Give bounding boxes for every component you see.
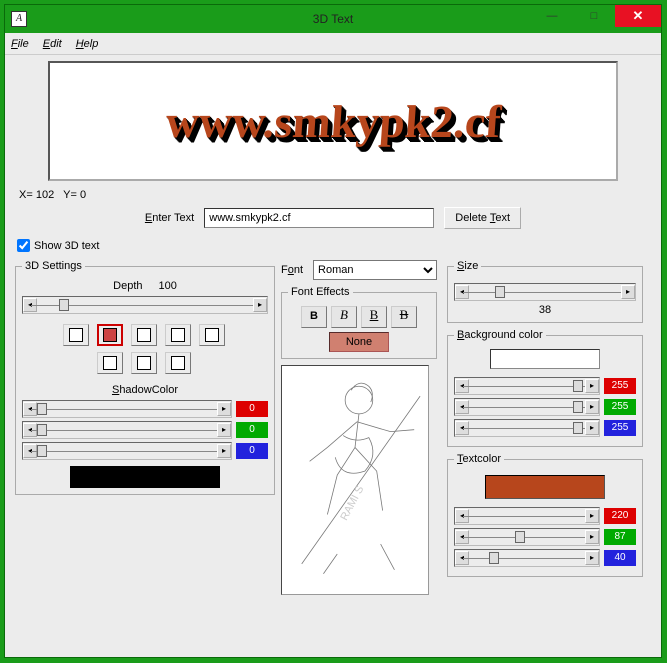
character-image: RAMI S <box>281 365 429 595</box>
app-icon: A <box>11 11 27 27</box>
strike-button[interactable]: B <box>391 306 417 328</box>
maximize-button[interactable]: □ <box>573 5 615 27</box>
size-value: 38 <box>454 304 636 316</box>
textcolor-legend: Textcolor <box>454 453 504 465</box>
bg-g-slider[interactable]: ◂▸ <box>454 398 600 416</box>
font-effects-legend: Font Effects <box>288 286 353 298</box>
menu-file[interactable]: File <box>11 38 29 50</box>
window-title: 3D Text <box>313 12 353 26</box>
font-effects-group: Font Effects B B B B None <box>281 286 437 359</box>
bg-r-slider[interactable]: ◂▸ <box>454 377 600 395</box>
underline-button[interactable]: B <box>361 306 387 328</box>
coordinates-readout: X= 102 Y= 0 <box>15 187 651 207</box>
shadow-r-slider[interactable]: ◂▸ <box>22 400 232 418</box>
shadow-g-slider[interactable]: ◂▸ <box>22 421 232 439</box>
font-combo[interactable]: Roman <box>313 260 437 280</box>
size-slider[interactable]: ◂▸ <box>454 283 636 301</box>
txt-g-value: 87 <box>604 529 636 545</box>
svg-text:RAMI S: RAMI S <box>338 484 366 523</box>
dir-btn-4[interactable] <box>165 324 191 346</box>
app-window: A 3D Text — □ ✕ File Edit Help www.smkyp… <box>4 4 662 658</box>
show-3d-checkbox[interactable] <box>17 239 30 252</box>
preview-canvas[interactable]: www.smkypk2.cf <box>48 61 618 181</box>
italic-button[interactable]: B <box>331 306 357 328</box>
dir-btn-2[interactable] <box>97 324 123 346</box>
font-label: Font <box>281 264 303 276</box>
minimize-button[interactable]: — <box>531 5 573 27</box>
textcolor-group: Textcolor ◂▸220 ◂▸87 ◂▸40 <box>447 453 643 577</box>
preview-3d-text: www.smkypk2.cf <box>164 95 503 148</box>
dir-btn-6[interactable] <box>97 352 123 374</box>
3d-settings-group: 3D Settings Depth100 ◂▸ <box>15 260 275 495</box>
dir-btn-3[interactable] <box>131 324 157 346</box>
txt-b-slider[interactable]: ◂▸ <box>454 549 600 567</box>
bgcolor-group: Background color ◂▸255 ◂▸255 ◂▸255 <box>447 329 643 447</box>
menubar: File Edit Help <box>5 33 661 55</box>
bgcolor-legend: Background color <box>454 329 546 341</box>
show-3d-label: Show 3D text <box>34 240 99 252</box>
dir-btn-5[interactable] <box>199 324 225 346</box>
bgcolor-swatch[interactable] <box>490 349 600 369</box>
effect-none-button[interactable]: None <box>329 332 389 352</box>
bg-g-value: 255 <box>604 399 636 415</box>
bg-b-value: 255 <box>604 420 636 436</box>
menu-help[interactable]: Help <box>76 38 99 50</box>
shadowcolor-label: ShadowColor <box>22 384 268 396</box>
txt-g-slider[interactable]: ◂▸ <box>454 528 600 546</box>
enter-text-label: Enter Text <box>145 212 194 224</box>
bg-r-value: 255 <box>604 378 636 394</box>
shadow-swatch[interactable] <box>70 466 220 488</box>
enter-text-input[interactable] <box>204 208 434 228</box>
shadow-r-value: 0 <box>236 401 268 417</box>
depth-slider[interactable]: ◂▸ <box>22 296 268 314</box>
shadow-g-value: 0 <box>236 422 268 438</box>
depth-label: Depth100 <box>22 280 268 292</box>
bg-b-slider[interactable]: ◂▸ <box>454 419 600 437</box>
3d-settings-legend: 3D Settings <box>22 260 85 272</box>
txt-r-value: 220 <box>604 508 636 524</box>
dir-btn-1[interactable] <box>63 324 89 346</box>
delete-text-button[interactable]: Delete Text <box>444 207 521 229</box>
textcolor-swatch[interactable] <box>485 475 605 499</box>
size-legend: Size <box>454 260 481 272</box>
size-group: Size ◂▸ 38 <box>447 260 643 323</box>
shadow-b-slider[interactable]: ◂▸ <box>22 442 232 460</box>
dir-btn-7[interactable] <box>131 352 157 374</box>
txt-b-value: 40 <box>604 550 636 566</box>
dir-btn-8[interactable] <box>165 352 191 374</box>
bold-button[interactable]: B <box>301 306 327 328</box>
shadow-b-value: 0 <box>236 443 268 459</box>
close-button[interactable]: ✕ <box>615 5 661 27</box>
menu-edit[interactable]: Edit <box>43 38 62 50</box>
txt-r-slider[interactable]: ◂▸ <box>454 507 600 525</box>
direction-palette <box>22 324 268 374</box>
titlebar[interactable]: A 3D Text — □ ✕ <box>5 5 661 33</box>
